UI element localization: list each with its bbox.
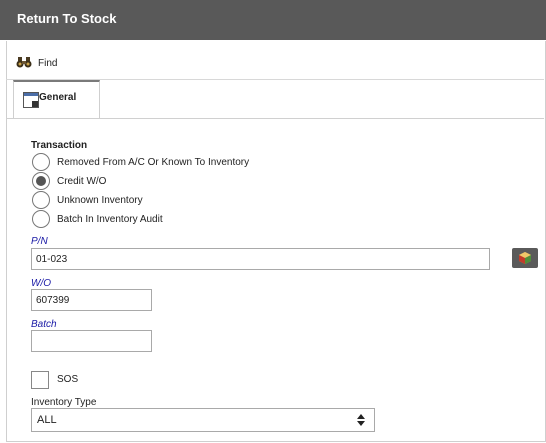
wo-label: W/O (31, 278, 51, 289)
radio-credit-wo[interactable] (32, 172, 50, 190)
pn-input[interactable] (31, 248, 490, 270)
pn-lookup-button[interactable] (512, 248, 538, 268)
sos-label: SOS (57, 374, 79, 385)
find-label: Find (38, 58, 58, 69)
radio-batch-in-inventory-audit[interactable] (32, 210, 50, 228)
inventory-type-value: ALL (37, 414, 57, 426)
batch-input[interactable] (31, 330, 152, 352)
tab-general[interactable]: General (13, 80, 100, 118)
sos-checkbox[interactable] (31, 371, 49, 389)
radio-unknown-inventory[interactable] (32, 191, 50, 209)
window-icon (23, 92, 39, 111)
title-bar: Return To Stock (0, 0, 546, 40)
parts-lookup-icon (519, 252, 531, 267)
inventory-type-select[interactable]: ALL (31, 408, 375, 432)
find-button[interactable]: Find (16, 56, 57, 71)
inventory-type-label: Inventory Type (31, 397, 97, 408)
radio-removed-from-ac[interactable] (32, 153, 50, 171)
tab-row: General (6, 80, 544, 119)
binoculars-icon (16, 56, 32, 71)
toolbar: Find (6, 41, 544, 80)
tab-general-label: General (39, 92, 77, 103)
radio-removed-from-ac-label: Removed From A/C Or Known To Inventory (57, 157, 250, 168)
batch-label: Batch (31, 319, 57, 330)
wo-input[interactable] (31, 289, 152, 311)
radio-credit-wo-label: Credit W/O (57, 176, 107, 187)
window-title: Return To Stock (17, 11, 117, 26)
radio-unknown-inventory-label: Unknown Inventory (57, 195, 143, 206)
transaction-heading: Transaction (31, 140, 88, 151)
radio-batch-in-inventory-audit-label: Batch In Inventory Audit (57, 214, 163, 225)
select-arrows-icon (357, 413, 365, 430)
pn-label: P/N (31, 236, 48, 247)
